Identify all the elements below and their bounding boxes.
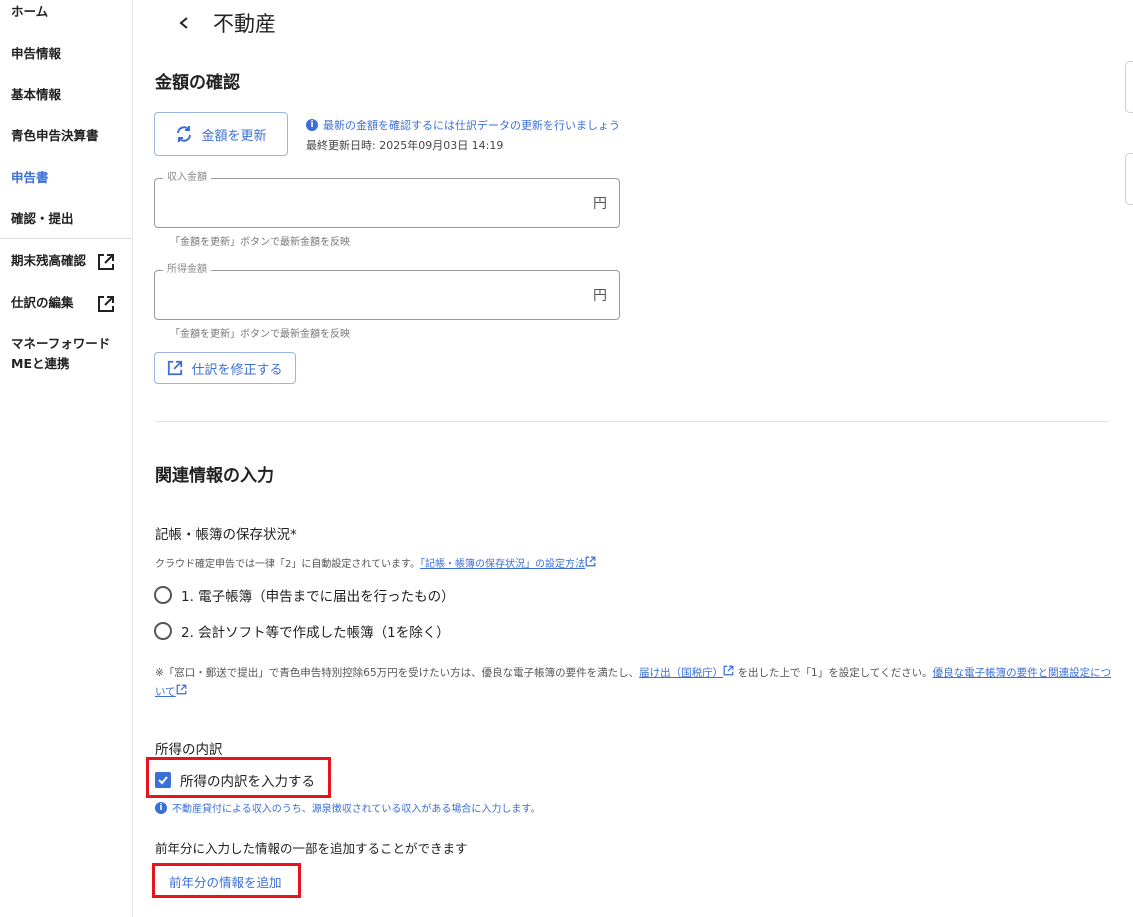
bookkeeping-note-text: クラウド確定申告では一律「2」に自動設定されています。 xyxy=(155,559,421,570)
sidebar-item-mf-me-line2[interactable]: MEと連携 xyxy=(11,354,69,374)
profit-amount-input[interactable] xyxy=(165,281,585,309)
bookkeeping-note: クラウド確定申告では一律「2」に自動設定されています。「記帳・帳簿の保存状況」の… xyxy=(155,555,596,570)
refresh-info: i 最新の金額を確認するには仕訳データの更新を行いましょう xyxy=(306,117,620,133)
income-amount-input[interactable] xyxy=(165,189,585,217)
sidebar-item-blue-return[interactable]: 青色申告決算書 xyxy=(11,126,99,146)
sidebar-item-basic-info[interactable]: 基本情報 xyxy=(11,85,61,105)
bookkeeping-label: 記帳・帳簿の保存状況* xyxy=(155,527,297,543)
refresh-amount-button[interactable]: 金額を更新 xyxy=(154,112,288,156)
profit-helper-text: 「金額を更新」ボタンで最新金額を反映 xyxy=(170,329,350,340)
radio-button[interactable] xyxy=(154,586,172,604)
sidebar-item-filing-info[interactable]: 申告情報 xyxy=(11,44,61,64)
long-note-part-2: を出した上で「1」を設定してください。 xyxy=(737,667,933,679)
filing-nta-link[interactable]: 届け出（国税庁） xyxy=(639,667,723,679)
income-helper-text: 「金額を更新」ボタンで最新金額を反映 xyxy=(170,237,350,248)
breakdown-info-text: 不動産貸付による収入のうち、源泉徴収されている収入がある場合に入力します。 xyxy=(172,804,541,815)
side-panel-tab[interactable] xyxy=(1125,61,1133,113)
bookkeeping-option-1-label: 1. 電子帳簿（申告までに届出を行ったもの） xyxy=(181,589,455,605)
sidebar-item-journal-edit[interactable]: 仕訳の編集 xyxy=(11,293,74,313)
refresh-info-text: 最新の金額を確認するには仕訳データの更新を行いましょう xyxy=(323,119,620,132)
external-link-icon[interactable] xyxy=(97,295,115,313)
side-panel-tab[interactable] xyxy=(1125,153,1133,205)
sidebar-item-balance-check[interactable]: 期末残高確認 xyxy=(11,251,86,271)
sidebar: ホーム 申告情報 基本情報 青色申告決算書 申告書 確認・提出 期末残高確認 仕… xyxy=(0,0,133,917)
back-chevron-icon[interactable] xyxy=(174,12,194,34)
profit-amount-field: 所得金額 円 xyxy=(154,263,620,320)
external-link-icon xyxy=(176,684,187,695)
info-icon: i xyxy=(155,801,167,814)
fix-journal-label: 仕訳を修正する xyxy=(191,362,283,378)
info-icon: i xyxy=(306,119,318,131)
fix-journal-button[interactable]: 仕訳を修正する xyxy=(154,352,296,384)
income-unit: 円 xyxy=(593,196,607,212)
breakdown-info: i 不動産貸付による収入のうち、源泉徴収されている収入がある場合に入力します。 xyxy=(155,800,540,815)
refresh-icon xyxy=(177,126,192,142)
page-title: 不動産 xyxy=(213,12,276,36)
prior-year-text: 前年分に入力した情報の一部を追加することができます xyxy=(155,841,468,856)
amount-section-title: 金額の確認 xyxy=(155,73,240,93)
sidebar-item-confirm-submit[interactable]: 確認・提出 xyxy=(11,209,74,229)
bookkeeping-option-2-label: 2. 会計ソフト等で作成した帳簿（1を除く） xyxy=(181,625,450,641)
profit-unit: 円 xyxy=(593,288,607,304)
section-divider xyxy=(155,421,1109,422)
long-note-part-1: ※「窓口・郵送で提出」で青色申告特別控除65万円を受けたい方は、優良な電子帳簿の… xyxy=(155,667,640,679)
bookkeeping-option-1[interactable]: 1. 電子帳簿（申告までに届出を行ったもの） xyxy=(154,585,455,605)
checkmark-icon xyxy=(158,776,168,785)
last-updated-text: 最終更新日時: 2025年09月03日 14:19 xyxy=(306,139,504,152)
related-section-title: 関連情報の入力 xyxy=(155,466,274,486)
income-amount-field: 収入金額 円 xyxy=(154,171,620,228)
external-link-icon[interactable] xyxy=(97,253,115,271)
sidebar-divider xyxy=(0,238,133,239)
profit-amount-label: 所得金額 xyxy=(163,263,211,277)
refresh-amount-label: 金額を更新 xyxy=(201,128,267,144)
bookkeeping-settings-link[interactable]: 「記帳・帳簿の保存状況」の設定方法 xyxy=(420,559,585,570)
bookkeeping-option-2[interactable]: 2. 会計ソフト等で作成した帳簿（1を除く） xyxy=(154,621,450,641)
main-content: 不動産 金額の確認 金額を更新 i 最新の金額を確認するには仕訳データの更新を行… xyxy=(133,0,1133,917)
breakdown-checkbox-row[interactable]: 所得の内訳を入力する xyxy=(155,770,315,790)
breakdown-label: 所得の内訳 xyxy=(155,742,223,758)
checkbox-checked[interactable] xyxy=(155,772,171,788)
breakdown-checkbox-label: 所得の内訳を入力する xyxy=(180,774,315,790)
add-prior-year-button[interactable]: 前年分の情報を追加 xyxy=(169,872,282,891)
external-link-icon xyxy=(168,360,183,376)
radio-button[interactable] xyxy=(154,622,172,640)
sidebar-item-return-form[interactable]: 申告書 xyxy=(11,168,49,188)
external-link-icon xyxy=(723,665,734,676)
external-link-icon xyxy=(585,556,596,567)
income-amount-label: 収入金額 xyxy=(163,171,211,185)
bookkeeping-long-note: ※「窓口・郵送で提出」で青色申告特別控除65万円を受けたい方は、優良な電子帳簿の… xyxy=(155,664,1115,702)
sidebar-item-home[interactable]: ホーム xyxy=(11,2,48,22)
sidebar-item-mf-me-line1[interactable]: マネーフォワード xyxy=(11,334,110,354)
